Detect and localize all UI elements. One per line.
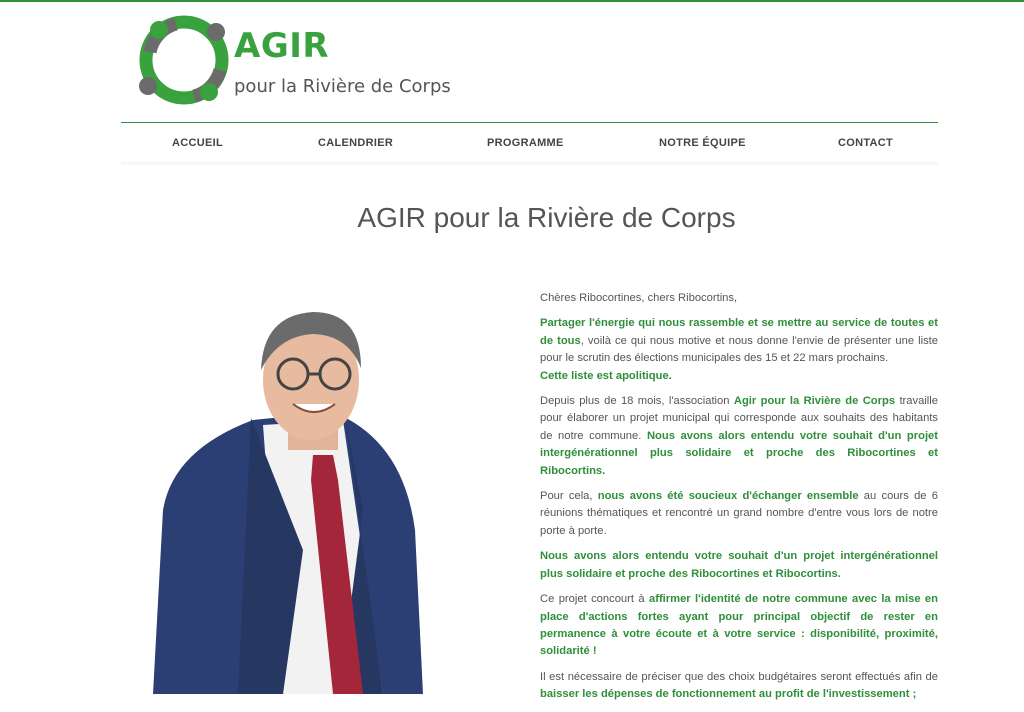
nav-notre-equipe[interactable]: NOTRE ÉQUIPE	[659, 137, 746, 149]
nav-divider	[121, 122, 938, 123]
paragraph-6: Il est nécessaire de préciser que des ch…	[540, 669, 938, 704]
text-highlight: Agir pour la Rivière de Corps	[733, 395, 896, 408]
logo-subtitle: pour la Rivière de Corps	[234, 76, 451, 97]
paragraph-4: Nous avons alors entendu votre souhait d…	[540, 548, 938, 583]
text-body: Pour cela,	[540, 490, 598, 503]
paragraph-3: Pour cela, nous avons été soucieux d'éch…	[540, 488, 938, 540]
nav-contact[interactable]: CONTACT	[838, 137, 893, 149]
nav-calendrier[interactable]: CALENDRIER	[318, 137, 393, 149]
text-body: Ce projet concourt à	[540, 593, 649, 606]
page-title: AGIR pour la Rivière de Corps	[357, 202, 736, 233]
site-logo[interactable]: AGIR pour la Rivière de Corps	[136, 12, 466, 108]
nav-accueil[interactable]: ACCUEIL	[172, 137, 223, 149]
text-highlight: baisser les dépenses de fonctionnement a…	[540, 688, 917, 701]
paragraph-1: Partager l'énergie qui nous rassemble et…	[540, 315, 938, 385]
greeting: Chères Ribocortines, chers Ribocortins,	[540, 292, 738, 304]
top-accent-line	[0, 0, 1024, 2]
candidate-portrait-image	[153, 312, 423, 694]
text-highlight: nous avons été soucieux d'échanger ensem…	[597, 490, 859, 503]
nav-shadow	[121, 162, 938, 166]
text-highlight: Cette liste est apolitique.	[540, 369, 672, 382]
intro-text: Chères Ribocortines, chers Ribocortins, …	[540, 290, 938, 712]
logo-title: AGIR	[234, 26, 330, 66]
text-highlight: Nous avons alors entendu votre souhait d…	[540, 550, 938, 580]
paragraph-5: Ce projet concourt à affirmer l'identité…	[540, 591, 938, 661]
text-body: , voilà ce qui nous motive et nous donne…	[540, 334, 938, 365]
nav-programme[interactable]: PROGRAMME	[487, 137, 564, 149]
people-circle-icon	[139, 15, 229, 105]
text-body: Il est nécessaire de préciser que des ch…	[540, 670, 938, 683]
main-nav: ACCUEIL CALENDRIER PROGRAMME NOTRE ÉQUIP…	[121, 130, 938, 160]
text-body: Depuis plus de 18 mois, l'association	[540, 395, 734, 408]
paragraph-2: Depuis plus de 18 mois, l'association Ag…	[540, 393, 938, 480]
